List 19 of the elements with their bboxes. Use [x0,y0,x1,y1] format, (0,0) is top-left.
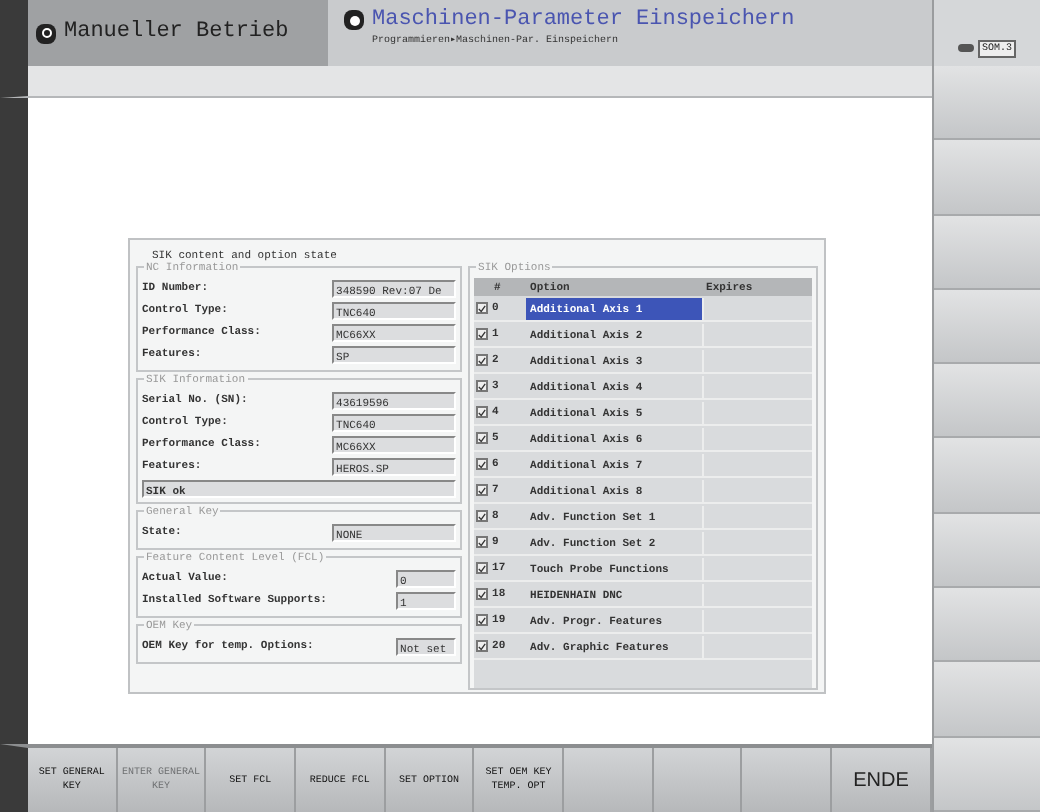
mode-tab[interactable]: Manueller Betrieb [28,0,328,66]
checkbox[interactable] [476,406,489,418]
checkbox[interactable] [476,432,489,444]
checkbox[interactable] [476,588,489,600]
checkbox[interactable] [476,354,489,366]
checkbox[interactable] [476,614,489,626]
checkbox[interactable] [476,484,489,496]
mode-label: Manueller Betrieb [64,18,289,49]
checkbox[interactable] [476,562,489,574]
end-softkey[interactable]: ENDE [832,748,933,812]
checkbox[interactable] [476,458,489,470]
mode-icon [36,23,56,43]
checkbox[interactable] [476,302,489,314]
checkbox[interactable] [476,536,489,548]
checkbox[interactable] [476,328,489,340]
page-title: Maschinen-Parameter Einspeichern [372,8,795,32]
checkbox[interactable] [476,510,489,522]
checkbox[interactable] [476,640,489,652]
checkbox[interactable] [476,380,489,392]
